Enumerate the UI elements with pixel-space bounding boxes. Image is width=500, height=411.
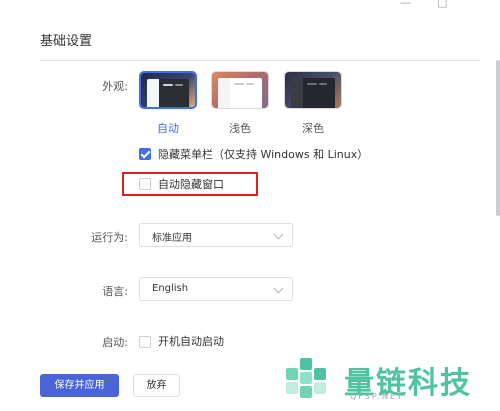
theme-light-label[interactable]: 浅色: [211, 120, 269, 136]
theme-auto-label[interactable]: 自动: [139, 120, 197, 136]
language-label: 语言:: [102, 285, 128, 298]
startup-label: 启动:: [102, 336, 128, 349]
save-apply-button[interactable]: 保存并应用: [40, 374, 119, 397]
theme-light-thumbnail[interactable]: [211, 71, 269, 109]
chevron-down-icon: [273, 283, 284, 294]
scrollbar[interactable]: [496, 60, 500, 216]
section-title: 基础设置: [40, 34, 93, 49]
brand-logo-icon: [286, 358, 326, 398]
minimize-icon[interactable]: —: [400, 0, 411, 9]
theme-dark-label[interactable]: 深色: [284, 120, 342, 136]
language-value: English: [152, 283, 189, 294]
appearance-label: 外观:: [102, 80, 128, 93]
divider: [40, 60, 480, 61]
theme-auto-thumbnail[interactable]: [139, 71, 197, 109]
startup-checkbox[interactable]: [139, 336, 151, 348]
chevron-down-icon: [273, 229, 284, 240]
theme-dark-thumbnail[interactable]: [284, 71, 342, 109]
watermark-domain: QFSP.NET: [350, 392, 404, 401]
run-as-label: 运行为:: [91, 231, 128, 244]
startup-option-label[interactable]: 开机自动启动: [158, 333, 224, 349]
run-as-select[interactable]: 标准应用: [139, 223, 293, 247]
watermark: 量链科技 QFSP.NET: [282, 354, 494, 406]
hide-menubar-label[interactable]: 隐藏菜单栏（仅支持 Windows 和 Linux）: [158, 146, 368, 162]
language-select[interactable]: English: [139, 277, 293, 301]
hide-menubar-checkbox[interactable]: [139, 148, 151, 160]
run-as-value: 标准应用: [152, 233, 192, 244]
discard-button[interactable]: 放弃: [133, 374, 180, 397]
highlight-box: [122, 172, 258, 196]
maximize-icon[interactable]: □: [437, 0, 447, 9]
